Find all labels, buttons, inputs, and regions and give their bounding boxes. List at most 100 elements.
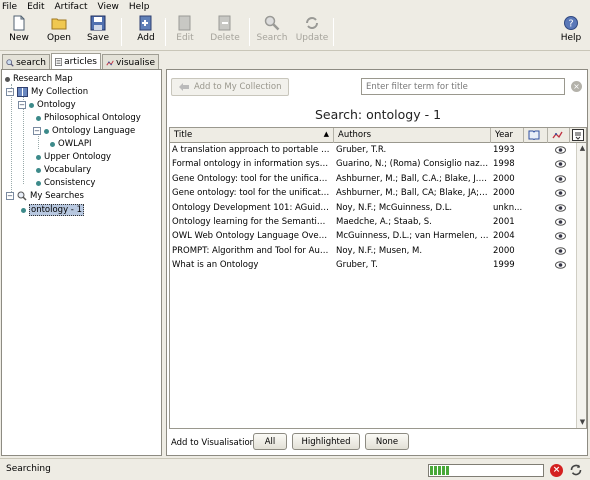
articles-panel: Add to My Collection Enter filter term f… [166,69,588,456]
menu-help[interactable]: Help [129,2,150,12]
visualise-none-button[interactable]: None [365,433,409,450]
refresh-icon[interactable] [569,463,583,477]
cell-authors: Ashburner, M.; Ball, CA; Blake, JA; B... [336,188,490,199]
cell-year: unkn... [493,202,523,213]
save-button[interactable]: Save [79,15,117,49]
menu-bar: File Edit Artifact View Help [0,0,590,13]
eye-icon[interactable] [555,174,566,183]
update-button[interactable]: Update [293,15,331,49]
open-button[interactable]: Open [40,15,78,49]
book-icon [17,87,28,97]
tree-node-ontology[interactable]: − Ontology [18,100,76,110]
cell-authors: Noy, N.F.; McGuinness, D.L. [336,202,453,213]
eye-icon[interactable] [555,146,566,154]
tree-node-philosophical-ontology[interactable]: Philosophical Ontology [36,113,141,123]
column-header-authors[interactable]: Authors [334,128,491,143]
tab-search[interactable]: search [2,54,50,69]
clear-filter-icon[interactable]: × [571,81,582,92]
add-button[interactable]: Add [127,15,165,49]
tree-node-label: Ontology [37,100,76,110]
cell-title: OWL Web Ontology Language Overview [172,231,330,242]
add-to-collection-label: Add to My Collection [194,82,282,92]
menu-view[interactable]: View [98,2,119,12]
menu-artifact[interactable]: Artifact [55,2,88,12]
title-filter-input[interactable]: Enter filter term for title [361,78,565,95]
eye-icon[interactable] [555,261,566,269]
eye-icon[interactable] [555,203,566,212]
open-label: Open [46,33,72,43]
tab-visualise[interactable]: visualise [102,54,159,69]
search-label: Search [256,33,288,43]
tree-node-research-map[interactable]: Research Map [5,74,73,84]
table-row[interactable]: OWL Web Ontology Language Overview McGui… [170,230,576,244]
add-to-collection-icon [179,83,189,91]
eye-icon[interactable] [555,232,566,241]
search-button[interactable]: Search [253,15,291,49]
search-results-title: Search: ontology - 1 [314,107,442,122]
tree-node-search-ontology-1[interactable]: ontology - 1 [21,204,84,216]
menu-file[interactable]: File [2,2,17,12]
tab-search-label: search [16,57,46,68]
table-row[interactable]: Formal ontology in information systems G… [170,158,576,172]
table-row[interactable]: Gene Ontology: tool for the unification … [170,173,576,187]
tree-node-label: Vocabulary [44,165,92,175]
delete-button[interactable]: Delete [206,15,244,49]
table-row[interactable]: What is an Ontology Gruber, T. 1999 [170,259,576,273]
delete-label: Delete [210,33,240,43]
column-header-title[interactable]: Title ▲ [170,128,334,143]
tree-node-ontology-language[interactable]: − Ontology Language [33,126,135,136]
collapse-toggle-icon[interactable]: − [18,101,26,109]
tab-articles[interactable]: articles [51,53,101,69]
new-file-icon [13,15,25,31]
collapse-toggle-icon[interactable]: − [6,88,14,96]
topic-bullet-icon [36,167,41,173]
collapse-toggle-icon[interactable]: − [33,127,41,135]
tree-node-my-searches[interactable]: − My Searches [6,191,84,201]
column-header-visualise[interactable] [548,128,570,143]
visualise-all-button[interactable]: All [253,433,287,450]
help-button[interactable]: ? Help [552,15,590,49]
cell-authors: Ashburner, M.; Ball, C.A.; Blake, J.A...… [336,173,490,184]
svg-text:?: ? [568,19,573,30]
visualise-highlighted-button[interactable]: Highlighted [292,433,360,450]
tree-node-consistency[interactable]: Consistency [36,178,95,188]
topic-bullet-icon [50,141,55,147]
topic-bullet-icon [44,128,49,134]
table-row[interactable]: Ontology Development 101: AGuide to ... … [170,202,576,216]
column-chooser-button[interactable] [570,128,586,143]
cell-authors: Noy, N.F.; Musen, M. [336,245,423,256]
eye-icon[interactable] [555,160,566,169]
table-row[interactable]: Ontology learning for the Semantic Web M… [170,216,576,230]
stop-icon[interactable]: × [550,464,563,477]
add-to-collection-button[interactable]: Add to My Collection [171,78,289,96]
tree-node-owlapi[interactable]: OWLAPI [50,139,91,149]
table-scrollbar[interactable]: ▲ ▼ [576,143,586,428]
tree-node-label: Philosophical Ontology [44,113,141,123]
eye-icon[interactable] [555,246,566,255]
eye-icon[interactable] [555,218,566,226]
cell-year: 2004 [493,231,515,242]
visualise-tab-icon [106,60,114,65]
menu-edit[interactable]: Edit [27,2,44,12]
cell-year: 2000 [493,188,515,199]
column-header-read[interactable] [524,128,548,143]
table-row[interactable]: Gene ontology: tool for the unification … [170,187,576,201]
scroll-down-icon[interactable]: ▼ [578,418,586,427]
topic-bullet-icon [36,154,41,160]
edit-button[interactable]: Edit [166,15,204,49]
eye-icon[interactable] [555,189,566,197]
table-row[interactable]: A translation approach to portable onto.… [170,144,576,158]
collapse-toggle-icon[interactable]: − [6,192,14,200]
tree-node-vocabulary[interactable]: Vocabulary [36,165,91,175]
cell-title: Gene Ontology: tool for the unification … [172,173,330,184]
progress-bar [428,464,544,477]
help-label: Help [560,33,582,43]
column-header-year[interactable]: Year [491,128,524,143]
tree-node-my-collection[interactable]: − My Collection [6,87,88,97]
tab-articles-label: articles [64,57,97,67]
new-button[interactable]: New [0,15,38,49]
table-row[interactable]: PROMPT: Algorithm and Tool for Autom... … [170,245,576,259]
scroll-up-icon[interactable]: ▲ [578,144,586,153]
topic-bullet-icon [29,102,34,108]
tree-node-upper-ontology[interactable]: Upper Ontology [36,152,111,162]
